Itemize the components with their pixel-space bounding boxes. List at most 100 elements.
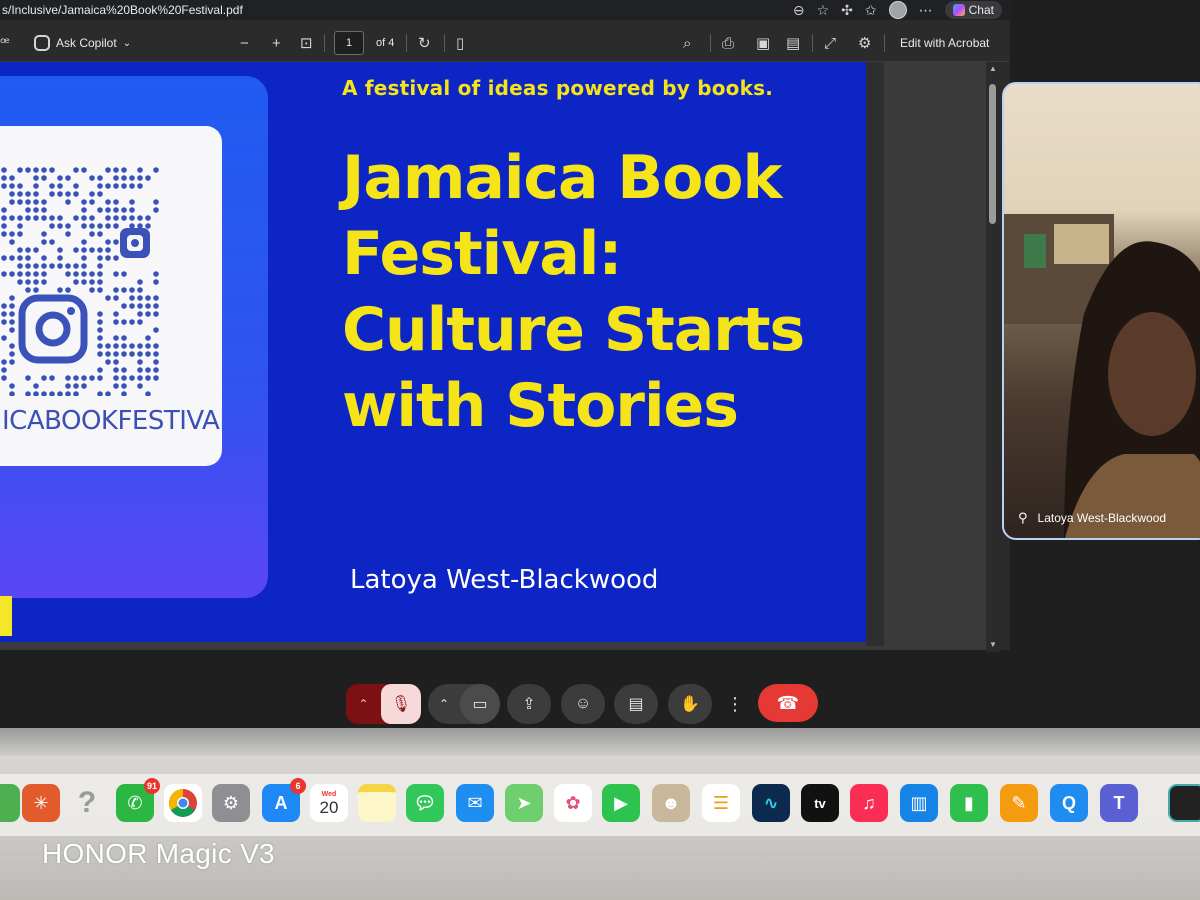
dock-app-calendar[interactable]: Wed 20 <box>310 784 348 822</box>
qr-dot <box>129 207 135 213</box>
pdf-viewport[interactable]: ICABOOKFESTIVAL A festival of ideas powe… <box>0 62 990 650</box>
qr-dot <box>153 271 159 277</box>
dock-app-numbers[interactable]: ▮ <box>950 784 988 822</box>
slide-title-line: Culture Starts <box>342 295 805 365</box>
zoom-icon[interactable]: ⊖ <box>793 2 805 19</box>
dock-app-tv[interactable]: tv <box>801 784 839 822</box>
address-bar[interactable]: s/Inclusive/Jamaica%20Book%20Festival.pd… <box>0 0 1010 20</box>
scroll-up-icon[interactable]: ▲ <box>989 64 997 73</box>
qr-dot <box>105 351 111 357</box>
qr-dot <box>65 231 71 237</box>
search-icon[interactable]: ⌕ <box>683 24 691 62</box>
dock-app-freeform[interactable]: ∿ <box>752 784 790 822</box>
save-icon[interactable]: ▣ <box>756 24 770 62</box>
captions-button[interactable]: ▤ <box>614 684 658 724</box>
dock-app-appstore[interactable]: A6 <box>262 778 306 822</box>
qr-dot <box>65 287 71 293</box>
camera-icon[interactable]: ▭ <box>460 684 500 724</box>
qr-dot <box>57 391 63 396</box>
dock-app-mail[interactable]: ✉ <box>456 784 494 822</box>
qr-dot <box>49 167 55 173</box>
read-aloud-icon[interactable]: ꟹ <box>0 24 10 62</box>
qr-dot <box>113 167 119 173</box>
qr-dot <box>1 215 7 221</box>
toolbar-divider <box>444 34 445 52</box>
qr-dot <box>1 359 7 365</box>
qr-dot <box>89 279 95 285</box>
dock-app-facetime[interactable]: ▶ <box>602 784 640 822</box>
scroll-down-icon[interactable]: ▼ <box>989 640 997 649</box>
dock-app-pages[interactable]: ✎ <box>1000 784 1038 822</box>
print-icon[interactable]: ⎙ <box>722 24 734 62</box>
scroll-thumb[interactable] <box>989 84 996 224</box>
qr-dot <box>17 263 23 269</box>
dock-app-quicktime[interactable]: Q <box>1050 784 1088 822</box>
pdf-scrollbar[interactable]: ▲ ▼ <box>986 62 1000 652</box>
qr-dot <box>129 183 135 189</box>
ask-copilot-button[interactable]: Ask Copilot ⌄ <box>34 24 131 62</box>
dock-app-photos[interactable]: ✿ <box>554 784 592 822</box>
dock-app-settings[interactable]: ⚙ <box>212 784 250 822</box>
zoom-in-icon[interactable]: + <box>272 24 281 62</box>
settings-gear-icon[interactable]: ⚙ <box>858 24 871 62</box>
dock-app-perplexity[interactable]: ✳ <box>22 784 60 822</box>
raise-hand-button[interactable]: ✋ <box>668 684 712 724</box>
dock-app-chrome[interactable] <box>164 784 202 822</box>
more-options-button[interactable]: ⋮ <box>722 684 748 724</box>
toolbar-divider <box>406 34 407 52</box>
qr-dot <box>121 319 127 325</box>
zoom-out-icon[interactable]: − <box>240 24 249 62</box>
qr-dot <box>153 351 159 357</box>
favorites-icon[interactable]: ✩ <box>865 2 877 19</box>
chat-label: Chat <box>968 3 994 17</box>
fit-page-icon[interactable]: ⊡ <box>300 24 313 62</box>
emoji-button[interactable]: ☺ <box>561 684 605 724</box>
qr-dot <box>81 239 87 245</box>
dock-app-keynote[interactable]: ▥ <box>900 784 938 822</box>
qr-dot <box>113 311 119 317</box>
instagram-qr-code <box>1 167 159 396</box>
dock-app-help[interactable]: ? <box>68 784 106 822</box>
qr-dot <box>89 191 95 197</box>
rotate-icon[interactable]: ↻ <box>418 24 431 62</box>
qr-dot <box>137 319 143 325</box>
profile-avatar[interactable] <box>888 1 907 19</box>
page-number-input[interactable]: 1 <box>334 31 364 55</box>
more-icon[interactable]: ⋯ <box>919 2 933 19</box>
qr-dot <box>41 199 47 205</box>
pin-icon[interactable]: ⚲ <box>1018 510 1028 526</box>
dock-app-reminders[interactable]: ☰ <box>702 784 740 822</box>
dock-app-messages[interactable]: 💬︎ <box>406 784 444 822</box>
dock-app-maps[interactable]: ➤ <box>505 784 543 822</box>
save-as-icon[interactable]: ▤ <box>786 24 800 62</box>
participant-tile[interactable]: ⚲ Latoya West-Blackwood <box>1002 82 1200 540</box>
qr-dot <box>49 239 55 245</box>
fullscreen-icon[interactable]: ⤢ <box>824 24 836 62</box>
url-text[interactable]: s/Inclusive/Jamaica%20Book%20Festival.pd… <box>0 3 243 17</box>
present-screen-button[interactable]: ⇪ <box>507 684 551 724</box>
dock-app-teams[interactable]: T <box>1100 784 1138 822</box>
leave-call-button[interactable]: ☎ <box>758 684 818 722</box>
qr-dot <box>73 215 79 221</box>
dock-app-notes[interactable] <box>358 784 396 822</box>
star-icon[interactable]: ☆ <box>817 2 830 19</box>
slide-page: ICABOOKFESTIVAL A festival of ideas powe… <box>0 62 866 642</box>
dock-app-music[interactable]: ♫ <box>850 784 888 822</box>
qr-dot <box>97 287 103 293</box>
dock-app-partial[interactable] <box>0 784 20 822</box>
qr-dot <box>153 367 159 373</box>
qr-dot <box>137 367 143 373</box>
page-view-icon[interactable]: ▯ <box>456 24 464 62</box>
dock-app-whatsapp[interactable]: ✆ 91 <box>116 778 160 822</box>
dock-app-partial-right[interactable] <box>1168 784 1200 822</box>
camera-options-button[interactable]: ⌃ <box>428 697 460 711</box>
mic-options-button[interactable]: ⌃ <box>346 697 381 711</box>
qr-dot <box>25 279 31 285</box>
copilot-chat-button[interactable]: Chat <box>944 1 1002 19</box>
dock-app-contacts[interactable]: ☻ <box>652 784 690 822</box>
extensions-icon[interactable]: ✣ <box>841 2 853 19</box>
mic-muted-icon[interactable]: 🎙︎ <box>381 684 421 724</box>
edit-with-acrobat-button[interactable]: Edit with Acrobat <box>900 24 989 62</box>
qr-dot <box>153 311 159 317</box>
qr-dot <box>49 223 55 229</box>
